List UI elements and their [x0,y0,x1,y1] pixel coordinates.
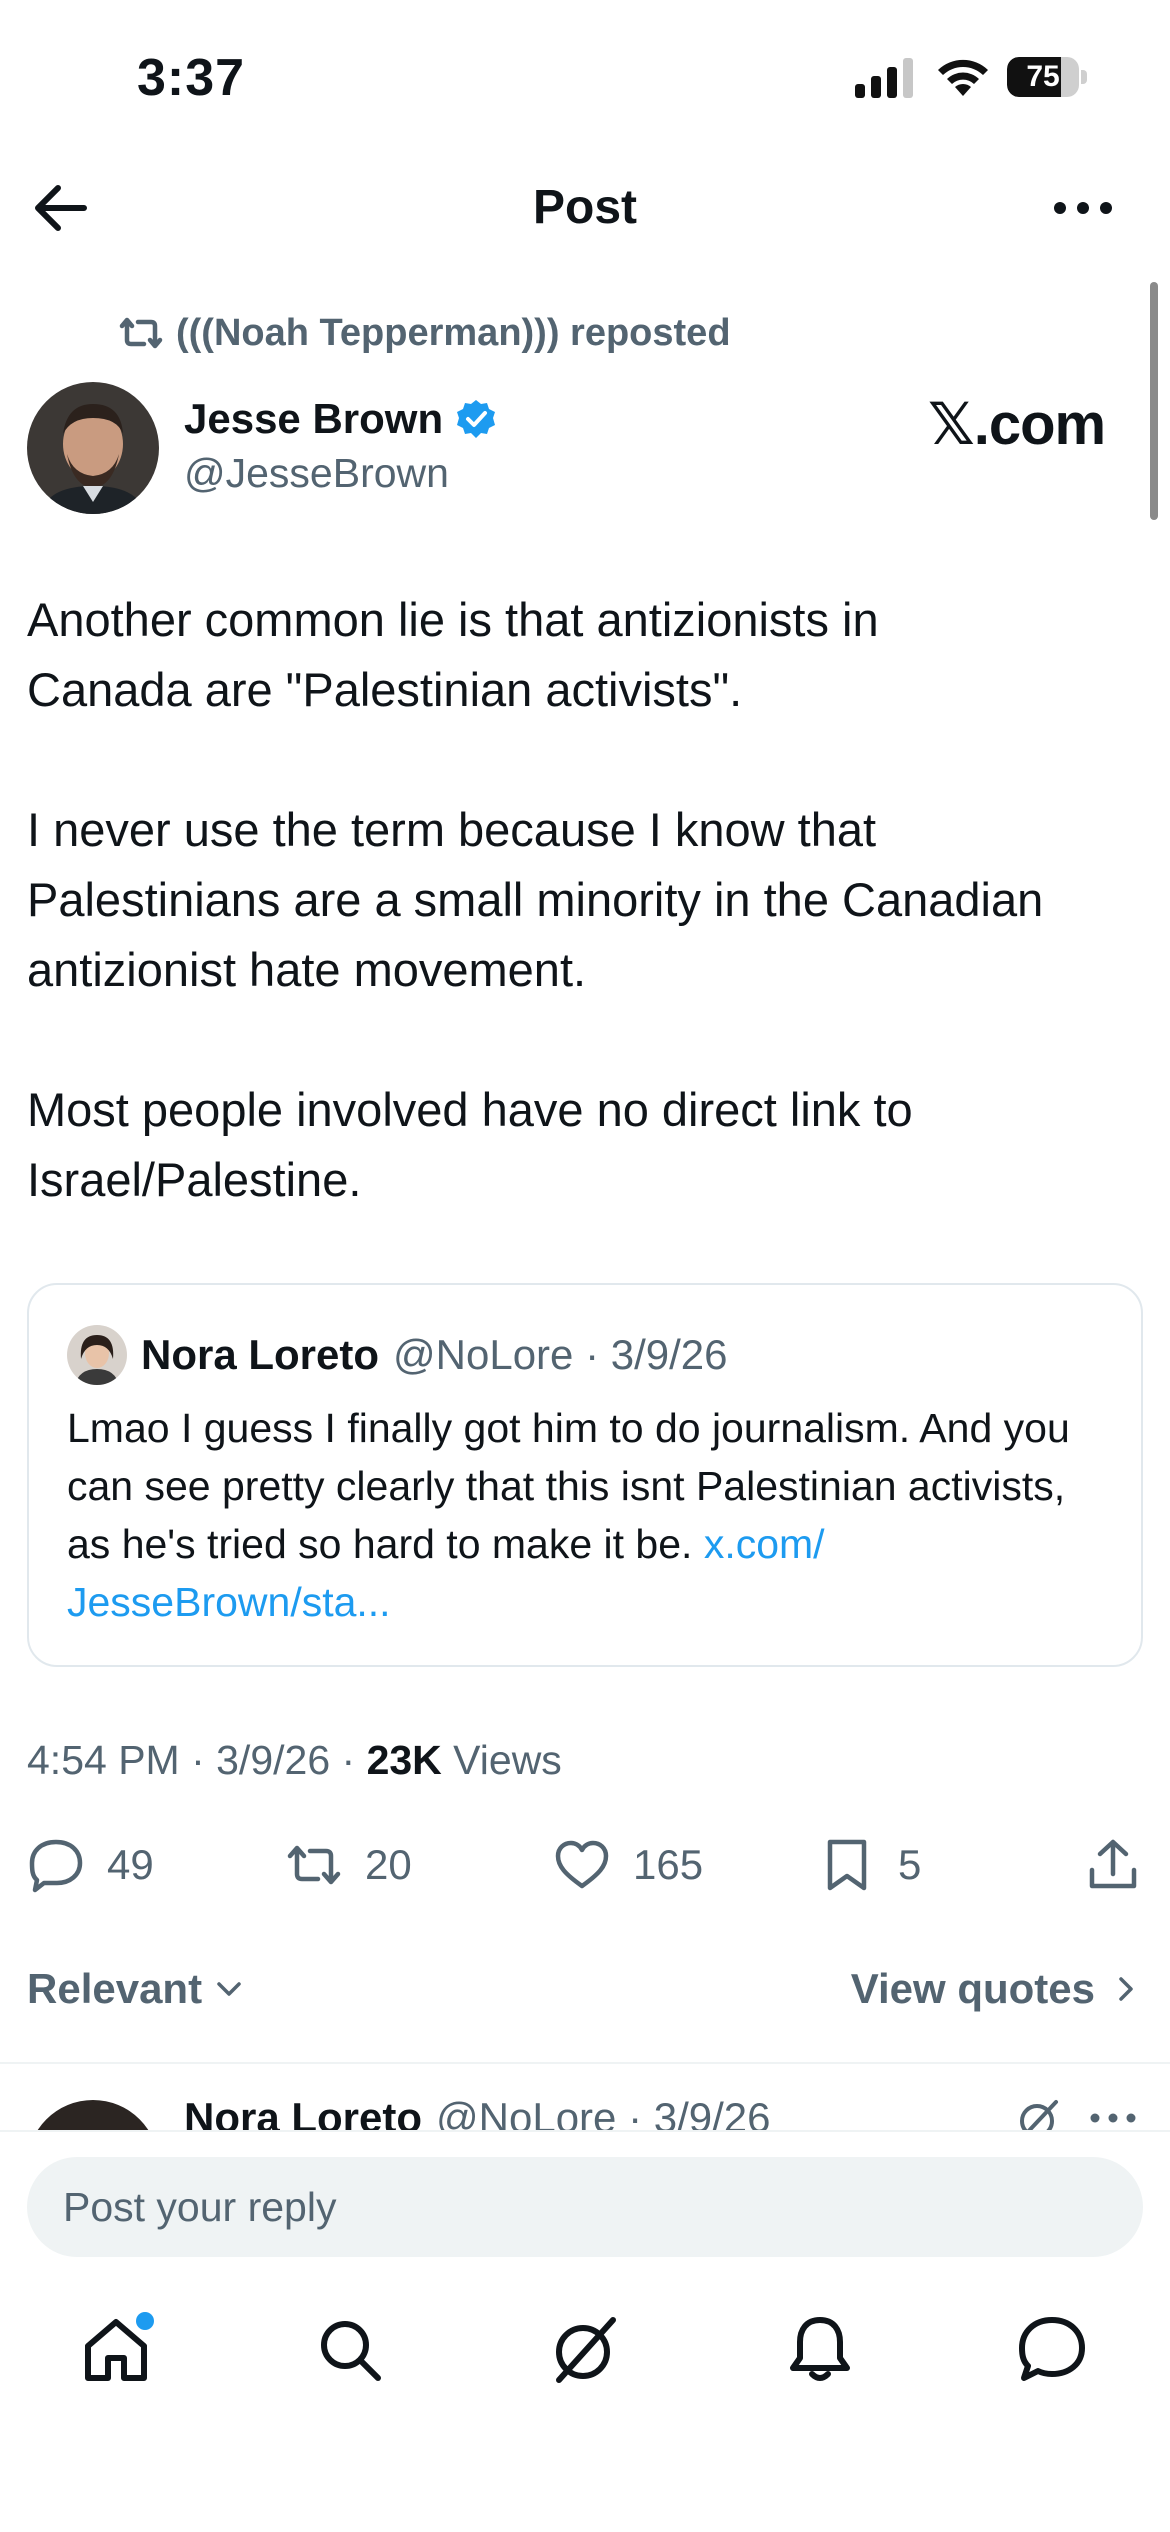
relevant-dropdown[interactable]: Relevant [27,1965,246,2013]
page-title: Post [532,181,637,234]
search-icon [321,2321,381,2381]
reply-more-icon[interactable] [1088,2108,1138,2128]
tab-notifications[interactable] [780,2310,860,2390]
messages-icon [1019,2317,1085,2381]
reply-avatar[interactable] [27,2100,159,2130]
notifications-icon [790,2317,850,2381]
verified-badge-icon[interactable] [455,398,497,440]
relevant-label: Relevant [27,1965,203,2012]
post-timestamp: 4:54 PM · 3/9/26 · 23K Views [27,1737,562,1784]
tab-grok[interactable] [545,2310,625,2390]
bookmark-count: 5 [898,1841,922,1888]
timestamp-text: 4:54 PM · 3/9/26 · [27,1737,367,1783]
battery-icon: 75 [1007,57,1087,97]
post-text: Another common lie is that antizionists … [27,593,1044,1206]
top-nav: Post [0,160,1170,255]
heart-icon [555,1840,609,1889]
status-time: 3:37 [137,49,246,107]
tab-messages[interactable] [1012,2310,1092,2390]
reply-button[interactable]: 49 [27,1830,154,1900]
author-name-text: Jesse Brown [184,395,444,442]
reply-icon [29,1839,83,1893]
view-quotes-link[interactable]: View quotes [851,1965,1143,2013]
views-label: Views [441,1737,562,1783]
repost-action-icon [287,1845,341,1885]
quote-avatar [67,1325,127,1385]
status-bar: 3:37 75 [0,0,1170,150]
author-handle[interactable]: @JesseBrown [184,450,449,497]
reply-meta: @NoLore · 3/9/26 [436,2094,771,2130]
replies-sort-row: Relevant View quotes [0,1955,1170,2025]
more-options-icon[interactable] [1052,188,1114,228]
cellular-signal-icon [855,58,913,98]
grok-icon[interactable] [1016,2096,1062,2130]
bookmark-button[interactable]: 5 [818,1830,921,1900]
author-name[interactable]: Jesse Brown [184,395,497,443]
share-icon [1089,1839,1137,1889]
battery-percent: 75 [1026,60,1060,93]
scrollbar[interactable] [1150,282,1158,520]
like-count: 165 [633,1841,704,1888]
quote-body: Lmao I guess I finally got him to do jou… [67,1405,1070,1567]
quoted-post[interactable]: Nora Loreto @NoLore · 3/9/26 Lmao I gues… [27,1283,1143,1667]
chevron-down-icon [217,1982,241,1996]
tab-search[interactable] [310,2310,390,2390]
repost-icon [119,317,163,349]
view-quotes-label: View quotes [850,1965,1095,2012]
views-count: 23K [366,1737,442,1783]
repost-label: (((Noah Tepperman))) reposted [176,311,731,354]
like-button[interactable]: 165 [553,1830,703,1900]
repost-button[interactable]: 20 [285,1830,412,1900]
bottom-tab-bar [0,2290,1170,2420]
author-avatar[interactable] [27,382,159,514]
reply-count: 49 [107,1841,154,1888]
repost-count: 20 [365,1841,412,1888]
repost-indicator[interactable]: (((Noah Tepperman))) reposted [118,310,731,356]
reply-author-name: Nora Loreto [184,2094,423,2130]
home-notification-dot [136,2312,154,2330]
reply-header: Nora Loreto @NoLore · 3/9/26 [184,2094,771,2130]
action-bar: 49 20 165 5 [0,1830,1170,1900]
x-watermark: 𝕏.com [928,392,1106,457]
reply-preview[interactable]: Nora Loreto @NoLore · 3/9/26 [0,2064,1170,2130]
reply-input[interactable]: Post your reply [27,2157,1143,2257]
quote-text: Lmao I guess I finally got him to do jou… [67,1399,1117,1631]
grok-icon [556,2317,616,2383]
chevron-right-icon [1119,1977,1133,2001]
tab-home[interactable] [76,2310,156,2390]
quote-header: Nora Loreto @NoLore · 3/9/26 [141,1325,728,1385]
bookmark-icon [827,1839,867,1891]
share-button[interactable] [1084,1830,1164,1900]
quote-meta: @NoLore · 3/9/26 [393,1331,728,1378]
wifi-icon [938,59,988,96]
quote-author-name: Nora Loreto [141,1331,380,1378]
